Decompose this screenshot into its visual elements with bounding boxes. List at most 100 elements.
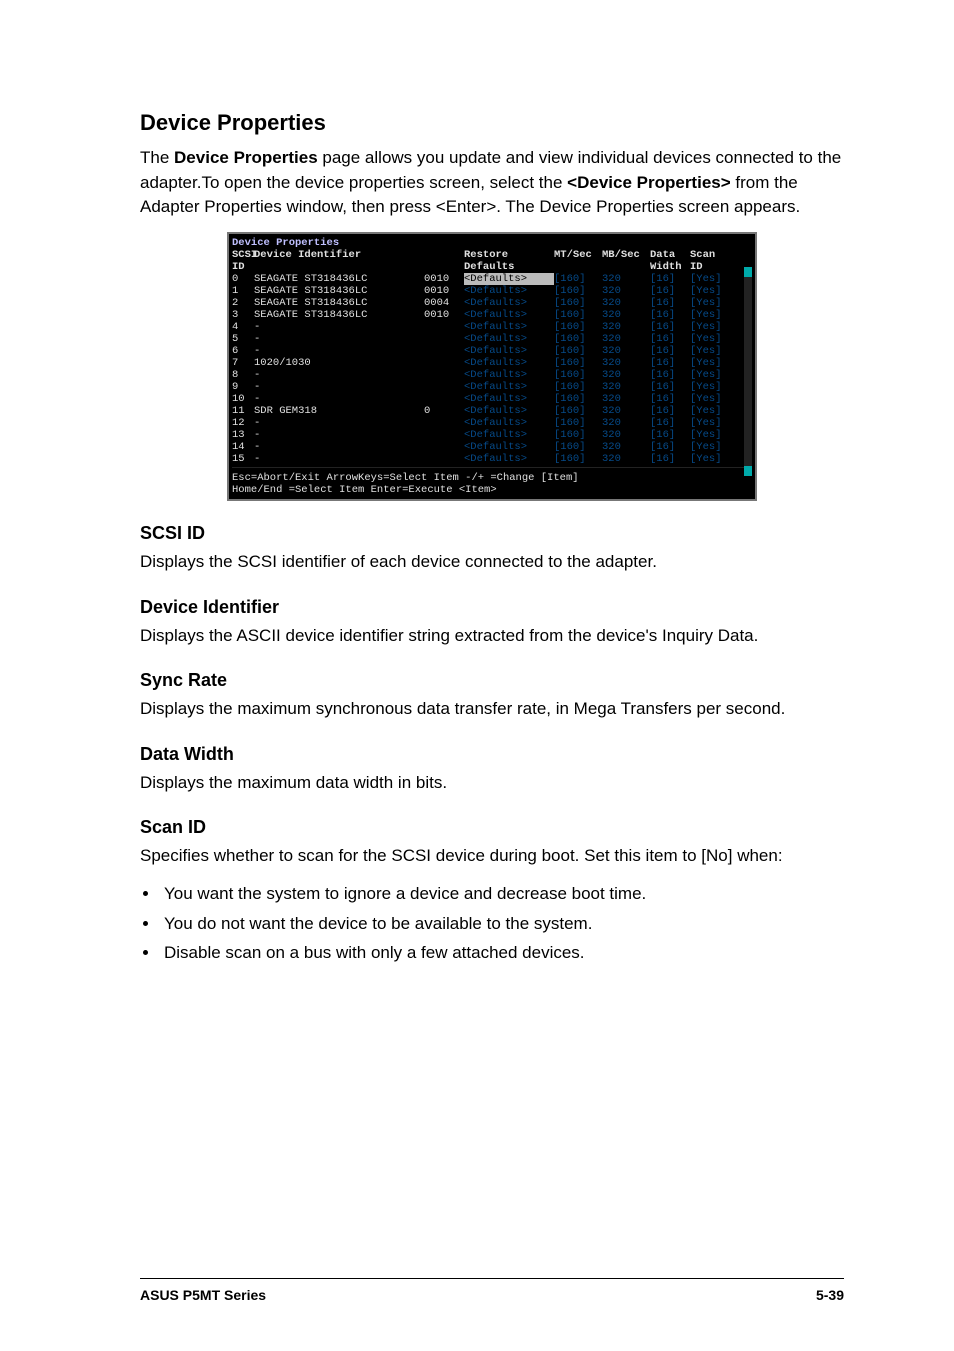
bios-screen: Device Properties SCSI Device Identifier… xyxy=(232,237,752,496)
cell-scsi-id: 6 xyxy=(232,345,254,357)
cell-restore-defaults[interactable]: <Defaults> xyxy=(464,309,554,321)
cell-number xyxy=(424,369,464,381)
sub-scan-id-text: Specifies whether to scan for the SCSI d… xyxy=(140,844,844,869)
cell-scsi-id: 12 xyxy=(232,417,254,429)
bios-header-row2: ID Defaults WidthID xyxy=(232,261,752,273)
cell-scsi-id: 4 xyxy=(232,321,254,333)
footer-left: ASUS P5MT Series xyxy=(140,1287,266,1303)
cell-mb-sec: 320 xyxy=(602,333,650,345)
cell-restore-defaults[interactable]: <Defaults> xyxy=(464,285,554,297)
cell-number xyxy=(424,417,464,429)
cell-data-width: [16] xyxy=(650,393,690,405)
cell-restore-defaults[interactable]: <Defaults> xyxy=(464,297,554,309)
cell-scan-id: [Yes] xyxy=(690,393,732,405)
cell-scan-id: [Yes] xyxy=(690,381,732,393)
cell-restore-defaults[interactable]: <Defaults> xyxy=(464,333,554,345)
table-row: 11SDR GEM3180<Defaults>[160]320[16][Yes] xyxy=(232,405,752,417)
cell-number xyxy=(424,441,464,453)
cell-restore-defaults[interactable]: <Defaults> xyxy=(464,429,554,441)
cell-scan-id: [Yes] xyxy=(690,297,732,309)
cell-mt-sec: [160] xyxy=(554,333,602,345)
bios-hdr-dev-id: Device Identifier xyxy=(254,249,424,261)
cell-scsi-id: 15 xyxy=(232,453,254,465)
cell-data-width: [16] xyxy=(650,273,690,285)
cell-number: 0010 xyxy=(424,309,464,321)
cell-mb-sec: 320 xyxy=(602,429,650,441)
cell-mb-sec: 320 xyxy=(602,321,650,333)
cell-device-identifier: SDR GEM318 xyxy=(254,405,424,417)
cell-restore-defaults[interactable]: <Defaults> xyxy=(464,393,554,405)
cell-mt-sec: [160] xyxy=(554,321,602,333)
cell-mb-sec: 320 xyxy=(602,297,650,309)
bios-hdr-mb: MB/Sec xyxy=(602,249,650,261)
cell-scan-id: [Yes] xyxy=(690,273,732,285)
cell-scan-id: [Yes] xyxy=(690,453,732,465)
table-row: 5-<Defaults>[160]320[16][Yes] xyxy=(232,333,752,345)
table-row: 4-<Defaults>[160]320[16][Yes] xyxy=(232,321,752,333)
bios-hdr-dw: Data xyxy=(650,249,690,261)
cell-restore-defaults[interactable]: <Defaults> xyxy=(464,357,554,369)
cell-data-width: [16] xyxy=(650,429,690,441)
cell-number xyxy=(424,381,464,393)
cell-data-width: [16] xyxy=(650,369,690,381)
cell-scsi-id: 3 xyxy=(232,309,254,321)
cell-number: 0010 xyxy=(424,285,464,297)
cell-restore-defaults[interactable]: <Defaults> xyxy=(464,417,554,429)
cell-scsi-id: 10 xyxy=(232,393,254,405)
cell-scsi-id: 5 xyxy=(232,333,254,345)
cell-device-identifier: - xyxy=(254,441,424,453)
footer-right: 5-39 xyxy=(816,1287,844,1303)
cell-data-width: [16] xyxy=(650,453,690,465)
cell-device-identifier: - xyxy=(254,429,424,441)
cell-mt-sec: [160] xyxy=(554,417,602,429)
cell-data-width: [16] xyxy=(650,333,690,345)
bios-footer: Esc=Abort/Exit ArrowKeys=Select Item -/+… xyxy=(232,467,752,496)
scan-id-bullet-list: You want the system to ignore a device a… xyxy=(160,881,844,966)
scrollbar-thumb-top[interactable] xyxy=(744,267,752,277)
cell-number xyxy=(424,333,464,345)
cell-mb-sec: 320 xyxy=(602,393,650,405)
cell-device-identifier: SEAGATE ST318436LC xyxy=(254,297,424,309)
scrollbar-thumb-bottom[interactable] xyxy=(744,466,752,476)
cell-device-identifier: 1020/1030 xyxy=(254,357,424,369)
bios-hdr-mt: MT/Sec xyxy=(554,249,602,261)
cell-scsi-id: 2 xyxy=(232,297,254,309)
cell-restore-defaults[interactable]: <Defaults> xyxy=(464,381,554,393)
cell-scan-id: [Yes] xyxy=(690,441,732,453)
cell-restore-defaults[interactable]: <Defaults> xyxy=(464,441,554,453)
sub-data-width-title: Data Width xyxy=(140,744,844,765)
cell-device-identifier: - xyxy=(254,321,424,333)
cell-data-width: [16] xyxy=(650,381,690,393)
bios-footer-line2: Home/End =Select Item Enter=Execute <Ite… xyxy=(232,484,752,496)
bios-scrollbar[interactable] xyxy=(744,267,752,476)
cell-number: 0 xyxy=(424,405,464,417)
cell-scsi-id: 0 xyxy=(232,273,254,285)
list-item: Disable scan on a bus with only a few at… xyxy=(160,940,844,966)
cell-device-identifier: SEAGATE ST318436LC xyxy=(254,273,424,285)
sub-device-identifier-title: Device Identifier xyxy=(140,597,844,618)
intro-bold1: Device Properties xyxy=(174,148,318,167)
cell-restore-defaults[interactable]: <Defaults> xyxy=(464,369,554,381)
cell-restore-defaults[interactable]: <Defaults> xyxy=(464,273,554,285)
cell-number xyxy=(424,321,464,333)
cell-mt-sec: [160] xyxy=(554,441,602,453)
cell-restore-defaults[interactable]: <Defaults> xyxy=(464,345,554,357)
cell-mb-sec: 320 xyxy=(602,309,650,321)
cell-mt-sec: [160] xyxy=(554,357,602,369)
cell-scan-id: [Yes] xyxy=(690,405,732,417)
intro-text: The xyxy=(140,148,174,167)
cell-scsi-id: 8 xyxy=(232,369,254,381)
cell-mt-sec: [160] xyxy=(554,453,602,465)
cell-scan-id: [Yes] xyxy=(690,345,732,357)
bios-table-body: 0SEAGATE ST318436LC0010<Defaults>[160]32… xyxy=(232,273,752,465)
cell-mt-sec: [160] xyxy=(554,405,602,417)
cell-scan-id: [Yes] xyxy=(690,369,732,381)
cell-mb-sec: 320 xyxy=(602,369,650,381)
cell-restore-defaults[interactable]: <Defaults> xyxy=(464,405,554,417)
bios-hdr-restore: Restore xyxy=(464,249,554,261)
cell-scsi-id: 9 xyxy=(232,381,254,393)
cell-device-identifier: - xyxy=(254,453,424,465)
cell-scan-id: [Yes] xyxy=(690,429,732,441)
cell-restore-defaults[interactable]: <Defaults> xyxy=(464,453,554,465)
cell-restore-defaults[interactable]: <Defaults> xyxy=(464,321,554,333)
